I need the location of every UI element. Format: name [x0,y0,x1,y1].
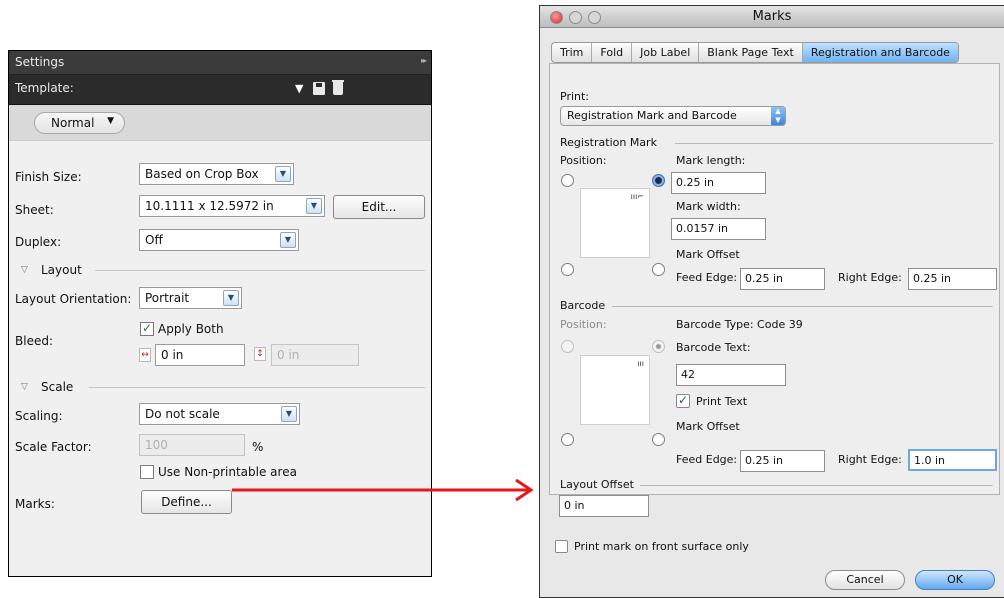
minimize-icon[interactable] [569,11,582,24]
registration-feed-edge-label: Feed Edge: [676,271,738,284]
layout-offset-value: 0 in [564,499,585,512]
print-select[interactable]: Registration Mark and Barcode ▲ ▼ [560,106,786,126]
barcode-preview: ııı [580,355,650,425]
barcode-position-bottom-left-radio[interactable] [561,433,574,446]
updown-icon: ▲ ▼ [771,107,785,125]
mark-length-label: Mark length: [676,154,746,167]
registration-section-title: Registration Mark [560,136,657,149]
zoom-icon[interactable] [588,11,601,24]
barcode-position-bottom-right-radio[interactable] [652,433,665,446]
registration-feed-edge-input[interactable]: 0.25 in [740,268,825,290]
registration-position-top-right-radio[interactable] [652,174,665,187]
front-surface-checkbox[interactable] [555,540,568,553]
barcode-right-edge-label: Right Edge: [838,453,902,466]
registration-position-top-left-radio[interactable] [561,174,574,187]
barcode-type-label: Barcode Type: Code 39 [676,318,803,331]
cancel-button[interactable]: Cancel [825,570,905,590]
print-label: Print: [560,90,590,103]
registration-right-edge-input[interactable]: 0.25 in [908,268,997,290]
barcode-text-label: Barcode Text: [676,341,751,354]
group-divider [675,143,993,144]
mark-length-input[interactable]: 0.25 in [671,172,766,194]
registration-barcode-pane: Print: Registration Mark and Barcode ▲ ▼ … [549,63,1000,495]
barcode-right-edge-input[interactable]: 1.0 in [908,449,997,471]
barcode-mark-offset-label: Mark Offset [676,420,740,433]
group-divider [612,306,993,307]
barcode-feed-edge-input[interactable]: 0.25 in [740,450,825,472]
tab-blank-page-text[interactable]: Blank Page Text [699,43,803,62]
registration-right-edge-label: Right Edge: [838,271,902,284]
marks-titlebar: Marks [540,6,1004,28]
mark-length-value: 0.25 in [676,176,715,189]
tab-registration-and-barcode[interactable]: Registration and Barcode [802,43,958,62]
print-text-label: Print Text [696,395,748,408]
barcode-section-title: Barcode [560,299,606,312]
barcode-position-top-left-radio [561,340,574,353]
barcode-right-edge-value: 1.0 in [914,454,946,467]
marks-tabs: Trim Fold Job Label Blank Page Text Regi… [551,42,959,63]
print-text-checkbox[interactable]: ✓ [676,394,690,408]
tab-fold[interactable]: Fold [592,43,633,62]
marks-title: Marks [752,9,792,24]
ok-button[interactable]: OK [915,570,995,590]
barcode-text-input[interactable]: 42 [676,364,786,386]
barcode-position-label: Position: [560,318,607,331]
barcode-feed-edge-value: 0.25 in [745,454,784,467]
layout-offset-label: Layout Offset [560,478,634,491]
barcode-position-top-right-radio [652,340,665,353]
close-icon[interactable] [550,11,563,24]
barcode-mark-glyph: ııı [637,359,644,368]
layout-offset-input[interactable]: 0 in [559,495,649,517]
registration-feed-edge-value: 0.25 in [745,272,784,285]
marks-dialog: Marks Trim Fold Job Label Blank Page Tex… [539,5,1004,598]
registration-position-label: Position: [560,154,607,167]
registration-preview: ııı⌐ [580,188,650,258]
group-divider [640,485,993,486]
registration-mark-offset-label: Mark Offset [676,248,740,261]
barcode-feed-edge-label: Feed Edge: [676,453,738,466]
registration-position-bottom-left-radio[interactable] [561,263,574,276]
tab-job-label[interactable]: Job Label [632,43,700,62]
mark-width-input[interactable]: 0.0157 in [671,218,766,240]
registration-position-bottom-right-radio[interactable] [652,263,665,276]
mark-width-value: 0.0157 in [676,222,729,235]
checkmark-icon: ✓ [677,393,689,407]
print-value: Registration Mark and Barcode [567,109,737,122]
tab-trim[interactable]: Trim [552,43,593,62]
front-surface-label: Print mark on front surface only [574,540,749,553]
registration-right-edge-value: 0.25 in [913,272,952,285]
mark-width-label: Mark width: [676,200,741,213]
barcode-text-value: 42 [681,368,695,381]
registration-mark-glyph: ııı⌐ [630,192,644,201]
